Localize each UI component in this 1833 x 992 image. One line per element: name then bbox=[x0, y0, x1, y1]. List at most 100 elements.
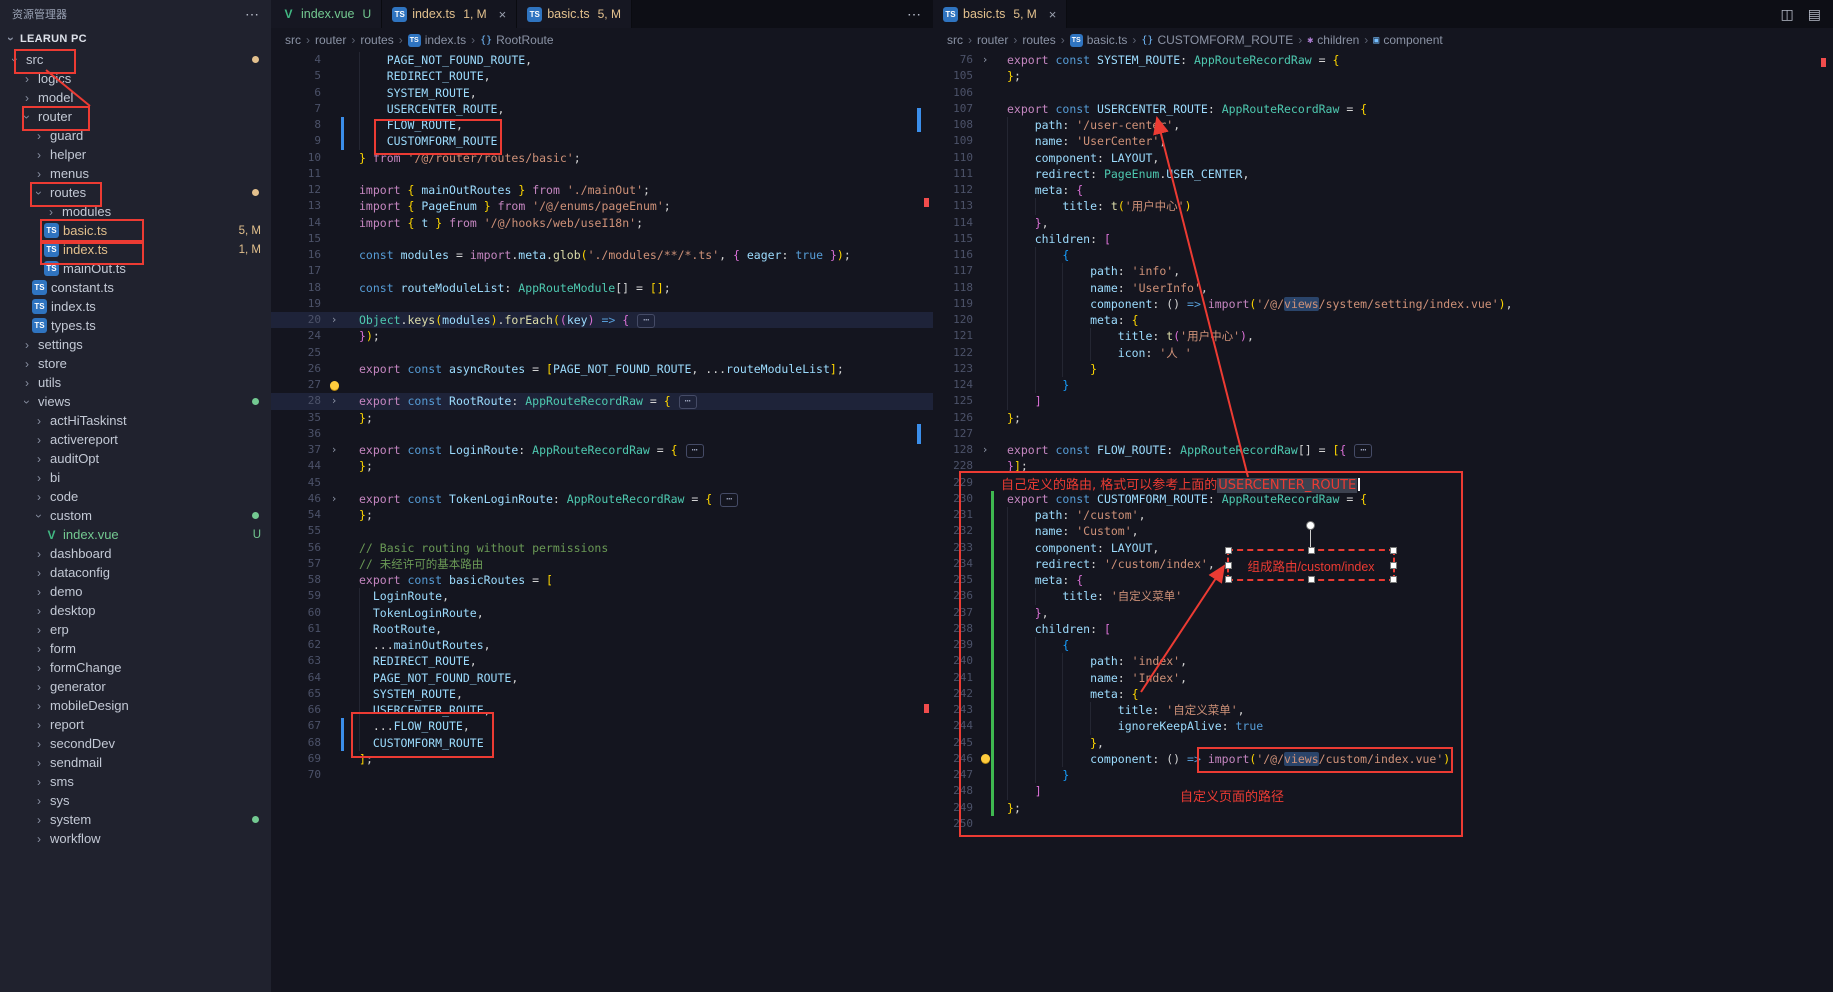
line-number[interactable]: 238 bbox=[933, 621, 979, 637]
code-line[interactable]: 24}); bbox=[271, 328, 933, 344]
breadcrumb-item-router[interactable]: router bbox=[977, 33, 1008, 47]
code-line[interactable]: 61 RootRoute, bbox=[271, 621, 933, 637]
code-line[interactable]: 244 ignoreKeepAlive: true bbox=[933, 718, 1833, 734]
line-number[interactable]: 116 bbox=[933, 247, 979, 263]
code-line[interactable]: 46›export const TokenLoginRoute: AppRout… bbox=[271, 491, 933, 507]
tree-item-utils[interactable]: ›utils bbox=[0, 373, 271, 392]
line-number[interactable]: 46 bbox=[271, 491, 327, 507]
line-number[interactable]: 25 bbox=[271, 345, 327, 361]
line-number[interactable]: 237 bbox=[933, 605, 979, 621]
line-number[interactable]: 6 bbox=[271, 85, 327, 101]
line-number[interactable]: 125 bbox=[933, 393, 979, 409]
line-number[interactable]: 20 bbox=[271, 312, 327, 328]
code-line[interactable]: 62 ...mainOutRoutes, bbox=[271, 637, 933, 653]
line-number[interactable]: 11 bbox=[271, 166, 327, 182]
fold-chevron-icon[interactable]: › bbox=[331, 491, 338, 507]
line-number[interactable]: 17 bbox=[271, 263, 327, 279]
code-line[interactable]: 54}; bbox=[271, 507, 933, 523]
tree-item-sms[interactable]: ›sms bbox=[0, 772, 271, 791]
code-line[interactable]: 9 CUSTOMFORM_ROUTE bbox=[271, 133, 933, 149]
code-line[interactable]: 127 bbox=[933, 426, 1833, 442]
code-line[interactable]: 240 path: 'index', bbox=[933, 653, 1833, 669]
code-line[interactable]: 245 }, bbox=[933, 735, 1833, 751]
code-line[interactable]: 125 ] bbox=[933, 393, 1833, 409]
line-number[interactable]: 4 bbox=[271, 52, 327, 68]
line-number[interactable]: 64 bbox=[271, 670, 327, 686]
code-line[interactable]: 35}; bbox=[271, 410, 933, 426]
line-number[interactable]: 56 bbox=[271, 540, 327, 556]
code-line[interactable]: 56// Basic routing without permissions bbox=[271, 540, 933, 556]
tree-item-router[interactable]: ›router bbox=[0, 107, 271, 126]
code-line[interactable]: 238 children: [ bbox=[933, 621, 1833, 637]
folded-code-pill[interactable]: ⋯ bbox=[637, 314, 655, 328]
tree-item-modules[interactable]: ›modules bbox=[0, 202, 271, 221]
code-line[interactable]: 234 redirect: '/custom/index', bbox=[933, 556, 1833, 572]
line-number[interactable]: 126 bbox=[933, 410, 979, 426]
tree-item-dashboard[interactable]: ›dashboard bbox=[0, 544, 271, 563]
code-line[interactable]: 60 TokenLoginRoute, bbox=[271, 605, 933, 621]
line-number[interactable]: 113 bbox=[933, 198, 979, 214]
tree-item-settings[interactable]: ›settings bbox=[0, 335, 271, 354]
line-number[interactable]: 249 bbox=[933, 800, 979, 816]
line-number[interactable]: 9 bbox=[271, 133, 327, 149]
tree-item-index.ts[interactable]: TSindex.ts1, M bbox=[0, 240, 271, 259]
line-number[interactable]: 36 bbox=[271, 426, 327, 442]
tab-index.ts[interactable]: TSindex.ts1, M× bbox=[382, 0, 517, 28]
line-number[interactable]: 230 bbox=[933, 491, 979, 507]
code-area-2[interactable]: 76›export const SYSTEM_ROUTE: AppRouteRe… bbox=[933, 52, 1833, 992]
code-line[interactable]: 126}; bbox=[933, 410, 1833, 426]
breadcrumb-item-routes[interactable]: routes bbox=[1022, 33, 1055, 47]
code-line[interactable]: 231 path: '/custom', bbox=[933, 507, 1833, 523]
tree-item-report[interactable]: ›report bbox=[0, 715, 271, 734]
code-line[interactable]: 114 }, bbox=[933, 215, 1833, 231]
breadcrumb-item-index.ts[interactable]: TSindex.ts bbox=[408, 33, 466, 47]
code-line[interactable]: 246 component: () => import('/@/views/cu… bbox=[933, 751, 1833, 767]
line-number[interactable]: 10 bbox=[271, 150, 327, 166]
tree-item-store[interactable]: ›store bbox=[0, 354, 271, 373]
code-line[interactable]: 6 SYSTEM_ROUTE, bbox=[271, 85, 933, 101]
code-line[interactable]: 66 USERCENTER_ROUTE, bbox=[271, 702, 933, 718]
line-number[interactable]: 110 bbox=[933, 150, 979, 166]
tree-item-activereport[interactable]: ›activereport bbox=[0, 430, 271, 449]
code-line[interactable]: 59 LoginRoute, bbox=[271, 588, 933, 604]
code-line[interactable]: 36 bbox=[271, 426, 933, 442]
fold-chevron-icon[interactable]: › bbox=[982, 52, 989, 68]
code-line[interactable]: 123 } bbox=[933, 361, 1833, 377]
line-number[interactable]: 123 bbox=[933, 361, 979, 377]
folded-code-pill[interactable]: ⋯ bbox=[686, 444, 704, 458]
tree-item-sys[interactable]: ›sys bbox=[0, 791, 271, 810]
line-number[interactable]: 55 bbox=[271, 523, 327, 539]
line-number[interactable]: 44 bbox=[271, 458, 327, 474]
code-line[interactable]: 25 bbox=[271, 345, 933, 361]
folded-code-pill[interactable]: ⋯ bbox=[1354, 444, 1372, 458]
code-line[interactable]: 11 bbox=[271, 166, 933, 182]
code-line[interactable]: 112 meta: { bbox=[933, 182, 1833, 198]
code-line[interactable]: 58export const basicRoutes = [ bbox=[271, 572, 933, 588]
line-number[interactable]: 245 bbox=[933, 735, 979, 751]
tree-item-guard[interactable]: ›guard bbox=[0, 126, 271, 145]
code-line[interactable]: 249}; bbox=[933, 800, 1833, 816]
line-number[interactable]: 108 bbox=[933, 117, 979, 133]
tree-item-routes[interactable]: ›routes bbox=[0, 183, 271, 202]
line-number[interactable]: 54 bbox=[271, 507, 327, 523]
line-number[interactable]: 60 bbox=[271, 605, 327, 621]
code-line[interactable]: 27 bbox=[271, 377, 933, 393]
code-line[interactable]: 64 PAGE_NOT_FOUND_ROUTE, bbox=[271, 670, 933, 686]
line-number[interactable]: 19 bbox=[271, 296, 327, 312]
code-line[interactable]: 248 ] bbox=[933, 783, 1833, 799]
line-number[interactable]: 45 bbox=[271, 475, 327, 491]
line-number[interactable]: 236 bbox=[933, 588, 979, 604]
line-number[interactable]: 117 bbox=[933, 263, 979, 279]
line-number[interactable]: 15 bbox=[271, 231, 327, 247]
more-actions-icon[interactable]: ⋯ bbox=[245, 6, 259, 23]
code-line[interactable]: 76›export const SYSTEM_ROUTE: AppRouteRe… bbox=[933, 52, 1833, 68]
tree-item-demo[interactable]: ›demo bbox=[0, 582, 271, 601]
line-number[interactable]: 248 bbox=[933, 783, 979, 799]
code-line[interactable]: 108 path: '/user-center', bbox=[933, 117, 1833, 133]
line-number[interactable]: 244 bbox=[933, 718, 979, 734]
code-line[interactable]: 128›export const FLOW_ROUTE: AppRouteRec… bbox=[933, 442, 1833, 458]
line-number[interactable]: 109 bbox=[933, 133, 979, 149]
line-number[interactable]: 228 bbox=[933, 458, 979, 474]
line-number[interactable]: 120 bbox=[933, 312, 979, 328]
line-number[interactable]: 121 bbox=[933, 328, 979, 344]
